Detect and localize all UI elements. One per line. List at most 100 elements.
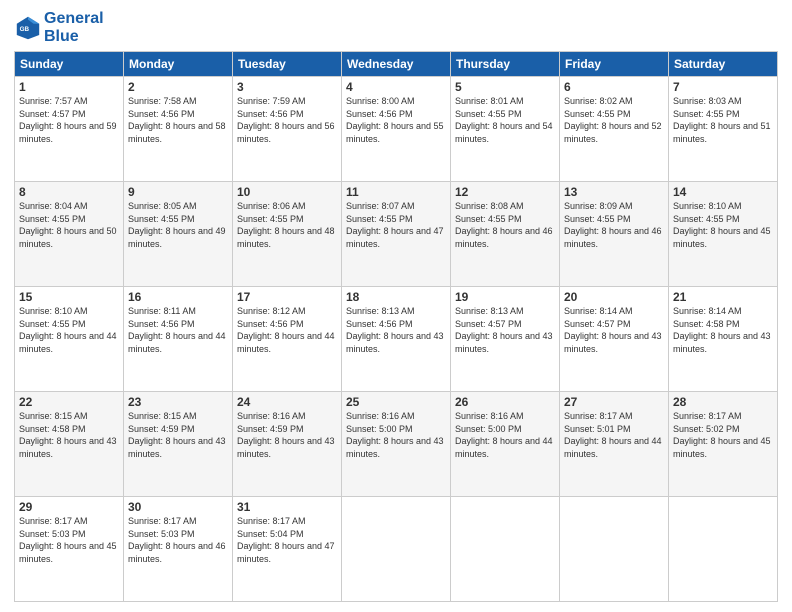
day-info: Sunrise: 8:17 AMSunset: 5:03 PMDaylight:… xyxy=(128,515,228,565)
day-number: 26 xyxy=(455,395,555,409)
day-info: Sunrise: 8:15 AMSunset: 4:59 PMDaylight:… xyxy=(128,410,228,460)
calendar-cell: 19 Sunrise: 8:13 AMSunset: 4:57 PMDaylig… xyxy=(451,287,560,392)
day-number: 16 xyxy=(128,290,228,304)
day-number: 20 xyxy=(564,290,664,304)
calendar-week-4: 22 Sunrise: 8:15 AMSunset: 4:58 PMDaylig… xyxy=(15,392,778,497)
day-number: 19 xyxy=(455,290,555,304)
col-header-monday: Monday xyxy=(124,52,233,77)
calendar-cell: 9 Sunrise: 8:05 AMSunset: 4:55 PMDayligh… xyxy=(124,182,233,287)
day-info: Sunrise: 8:09 AMSunset: 4:55 PMDaylight:… xyxy=(564,200,664,250)
day-number: 10 xyxy=(237,185,337,199)
calendar-cell: 28 Sunrise: 8:17 AMSunset: 5:02 PMDaylig… xyxy=(669,392,778,497)
calendar-cell: 31 Sunrise: 8:17 AMSunset: 5:04 PMDaylig… xyxy=(233,497,342,602)
day-info: Sunrise: 8:14 AMSunset: 4:58 PMDaylight:… xyxy=(673,305,773,355)
calendar-cell xyxy=(451,497,560,602)
day-number: 31 xyxy=(237,500,337,514)
day-number: 6 xyxy=(564,80,664,94)
calendar-cell: 6 Sunrise: 8:02 AMSunset: 4:55 PMDayligh… xyxy=(560,77,669,182)
logo-icon: GB xyxy=(14,14,42,42)
day-number: 18 xyxy=(346,290,446,304)
day-info: Sunrise: 8:17 AMSunset: 5:03 PMDaylight:… xyxy=(19,515,119,565)
day-number: 7 xyxy=(673,80,773,94)
day-number: 30 xyxy=(128,500,228,514)
calendar-cell: 2 Sunrise: 7:58 AMSunset: 4:56 PMDayligh… xyxy=(124,77,233,182)
calendar-cell: 14 Sunrise: 8:10 AMSunset: 4:55 PMDaylig… xyxy=(669,182,778,287)
calendar-cell: 27 Sunrise: 8:17 AMSunset: 5:01 PMDaylig… xyxy=(560,392,669,497)
day-info: Sunrise: 8:07 AMSunset: 4:55 PMDaylight:… xyxy=(346,200,446,250)
calendar-cell: 23 Sunrise: 8:15 AMSunset: 4:59 PMDaylig… xyxy=(124,392,233,497)
day-info: Sunrise: 8:17 AMSunset: 5:01 PMDaylight:… xyxy=(564,410,664,460)
calendar-header-row: SundayMondayTuesdayWednesdayThursdayFrid… xyxy=(15,52,778,77)
calendar-cell: 15 Sunrise: 8:10 AMSunset: 4:55 PMDaylig… xyxy=(15,287,124,392)
day-info: Sunrise: 8:05 AMSunset: 4:55 PMDaylight:… xyxy=(128,200,228,250)
day-info: Sunrise: 8:16 AMSunset: 5:00 PMDaylight:… xyxy=(455,410,555,460)
logo-text: General Blue xyxy=(44,10,104,45)
col-header-thursday: Thursday xyxy=(451,52,560,77)
day-info: Sunrise: 8:12 AMSunset: 4:56 PMDaylight:… xyxy=(237,305,337,355)
calendar-cell: 8 Sunrise: 8:04 AMSunset: 4:55 PMDayligh… xyxy=(15,182,124,287)
day-number: 8 xyxy=(19,185,119,199)
day-info: Sunrise: 8:16 AMSunset: 5:00 PMDaylight:… xyxy=(346,410,446,460)
day-number: 1 xyxy=(19,80,119,94)
day-number: 14 xyxy=(673,185,773,199)
day-info: Sunrise: 8:04 AMSunset: 4:55 PMDaylight:… xyxy=(19,200,119,250)
day-info: Sunrise: 8:06 AMSunset: 4:55 PMDaylight:… xyxy=(237,200,337,250)
col-header-friday: Friday xyxy=(560,52,669,77)
calendar-cell: 30 Sunrise: 8:17 AMSunset: 5:03 PMDaylig… xyxy=(124,497,233,602)
col-header-saturday: Saturday xyxy=(669,52,778,77)
day-info: Sunrise: 8:00 AMSunset: 4:56 PMDaylight:… xyxy=(346,95,446,145)
day-number: 29 xyxy=(19,500,119,514)
calendar-cell xyxy=(669,497,778,602)
day-info: Sunrise: 8:10 AMSunset: 4:55 PMDaylight:… xyxy=(19,305,119,355)
day-info: Sunrise: 8:14 AMSunset: 4:57 PMDaylight:… xyxy=(564,305,664,355)
day-number: 28 xyxy=(673,395,773,409)
day-number: 23 xyxy=(128,395,228,409)
day-info: Sunrise: 8:13 AMSunset: 4:56 PMDaylight:… xyxy=(346,305,446,355)
calendar-cell: 20 Sunrise: 8:14 AMSunset: 4:57 PMDaylig… xyxy=(560,287,669,392)
calendar-cell: 5 Sunrise: 8:01 AMSunset: 4:55 PMDayligh… xyxy=(451,77,560,182)
logo: GB General Blue xyxy=(14,10,104,45)
calendar-week-5: 29 Sunrise: 8:17 AMSunset: 5:03 PMDaylig… xyxy=(15,497,778,602)
calendar-cell: 10 Sunrise: 8:06 AMSunset: 4:55 PMDaylig… xyxy=(233,182,342,287)
calendar-cell: 7 Sunrise: 8:03 AMSunset: 4:55 PMDayligh… xyxy=(669,77,778,182)
calendar-cell: 25 Sunrise: 8:16 AMSunset: 5:00 PMDaylig… xyxy=(342,392,451,497)
day-number: 27 xyxy=(564,395,664,409)
day-info: Sunrise: 8:08 AMSunset: 4:55 PMDaylight:… xyxy=(455,200,555,250)
day-info: Sunrise: 8:02 AMSunset: 4:55 PMDaylight:… xyxy=(564,95,664,145)
day-info: Sunrise: 7:59 AMSunset: 4:56 PMDaylight:… xyxy=(237,95,337,145)
day-info: Sunrise: 8:01 AMSunset: 4:55 PMDaylight:… xyxy=(455,95,555,145)
day-info: Sunrise: 8:13 AMSunset: 4:57 PMDaylight:… xyxy=(455,305,555,355)
page: GB General Blue SundayMondayTuesdayWedne… xyxy=(0,0,792,612)
day-number: 3 xyxy=(237,80,337,94)
calendar-cell: 29 Sunrise: 8:17 AMSunset: 5:03 PMDaylig… xyxy=(15,497,124,602)
header: GB General Blue xyxy=(14,10,778,45)
day-info: Sunrise: 8:11 AMSunset: 4:56 PMDaylight:… xyxy=(128,305,228,355)
day-number: 17 xyxy=(237,290,337,304)
day-number: 11 xyxy=(346,185,446,199)
day-info: Sunrise: 8:17 AMSunset: 5:04 PMDaylight:… xyxy=(237,515,337,565)
calendar-cell: 12 Sunrise: 8:08 AMSunset: 4:55 PMDaylig… xyxy=(451,182,560,287)
calendar-cell xyxy=(342,497,451,602)
col-header-wednesday: Wednesday xyxy=(342,52,451,77)
day-info: Sunrise: 8:16 AMSunset: 4:59 PMDaylight:… xyxy=(237,410,337,460)
calendar-cell: 13 Sunrise: 8:09 AMSunset: 4:55 PMDaylig… xyxy=(560,182,669,287)
calendar-cell: 24 Sunrise: 8:16 AMSunset: 4:59 PMDaylig… xyxy=(233,392,342,497)
day-number: 13 xyxy=(564,185,664,199)
day-number: 24 xyxy=(237,395,337,409)
calendar-cell: 17 Sunrise: 8:12 AMSunset: 4:56 PMDaylig… xyxy=(233,287,342,392)
day-info: Sunrise: 8:10 AMSunset: 4:55 PMDaylight:… xyxy=(673,200,773,250)
calendar-cell: 4 Sunrise: 8:00 AMSunset: 4:56 PMDayligh… xyxy=(342,77,451,182)
calendar-week-1: 1 Sunrise: 7:57 AMSunset: 4:57 PMDayligh… xyxy=(15,77,778,182)
day-info: Sunrise: 8:17 AMSunset: 5:02 PMDaylight:… xyxy=(673,410,773,460)
day-number: 12 xyxy=(455,185,555,199)
day-info: Sunrise: 7:58 AMSunset: 4:56 PMDaylight:… xyxy=(128,95,228,145)
calendar-cell: 18 Sunrise: 8:13 AMSunset: 4:56 PMDaylig… xyxy=(342,287,451,392)
calendar-cell: 3 Sunrise: 7:59 AMSunset: 4:56 PMDayligh… xyxy=(233,77,342,182)
calendar-cell: 21 Sunrise: 8:14 AMSunset: 4:58 PMDaylig… xyxy=(669,287,778,392)
day-number: 25 xyxy=(346,395,446,409)
calendar-cell: 1 Sunrise: 7:57 AMSunset: 4:57 PMDayligh… xyxy=(15,77,124,182)
day-number: 4 xyxy=(346,80,446,94)
calendar-cell: 22 Sunrise: 8:15 AMSunset: 4:58 PMDaylig… xyxy=(15,392,124,497)
calendar-table: SundayMondayTuesdayWednesdayThursdayFrid… xyxy=(14,51,778,602)
day-info: Sunrise: 7:57 AMSunset: 4:57 PMDaylight:… xyxy=(19,95,119,145)
